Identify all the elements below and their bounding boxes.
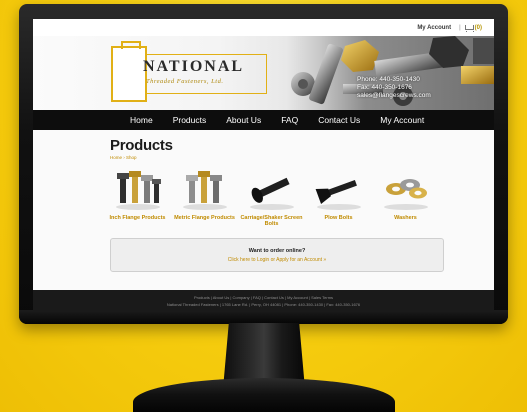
logo-subtitle: Threaded Fasteners, Ltd. xyxy=(146,78,224,85)
fax-number: Fax: 440-350-1676 xyxy=(357,84,412,91)
main-nav: Home Products About Us FAQ Contact Us My… xyxy=(33,110,494,130)
washers-icon xyxy=(383,179,428,210)
order-prompt: Want to order online? xyxy=(248,247,306,254)
footer-address: National Threaded Fasteners | 1765 Lane … xyxy=(166,301,361,307)
utility-bar: My Account | (0) xyxy=(33,19,494,36)
category-metric-flange[interactable]: Metric Flange Products xyxy=(171,167,238,227)
footer-links[interactable]: Products | About Us | Company | FAQ | Co… xyxy=(194,295,333,300)
nav-item-about-us[interactable]: About Us xyxy=(216,115,271,125)
category-label: Plow Bolts xyxy=(324,215,353,221)
logo-flange-bolt-icon xyxy=(111,41,147,102)
plow-bolts-icon xyxy=(315,180,361,210)
nav-item-my-account[interactable]: My Account xyxy=(370,115,434,125)
cart-icon xyxy=(464,24,474,32)
nav-item-home[interactable]: Home xyxy=(120,115,163,125)
nav-item-faq[interactable]: FAQ xyxy=(271,115,308,125)
cart-link[interactable]: (0) xyxy=(464,24,482,32)
inch-flange-bolts-icon xyxy=(115,171,161,210)
category-label: Washers xyxy=(394,215,417,221)
phone-number: Phone: 440-350-1430 xyxy=(357,76,420,83)
category-washers[interactable]: Washers xyxy=(372,167,439,227)
utility-separator: | xyxy=(459,24,461,31)
category-label: Carriage/Shaker Screen Bolts xyxy=(240,215,303,227)
contact-info: Phone: 440-350-1430 Fax: 440-350-1676 sa… xyxy=(357,76,431,100)
category-plow-bolts[interactable]: Plow Bolts xyxy=(305,167,372,227)
email-link[interactable]: sales@flangescrews.com xyxy=(357,92,431,100)
main-content: Products Home › Shop Inch Flange Product… xyxy=(33,130,494,290)
site-footer: Products | About Us | Company | FAQ | Co… xyxy=(33,290,494,311)
my-account-link[interactable]: My Account xyxy=(417,25,451,31)
metric-flange-bolts-icon xyxy=(182,171,227,210)
order-online-box: Want to order online? Click here to Logi… xyxy=(110,238,444,272)
page-title: Products xyxy=(110,137,173,154)
category-label: Metric Flange Products xyxy=(174,215,235,221)
cart-count: (0) xyxy=(474,24,482,31)
carriage-bolts-icon xyxy=(249,177,294,210)
nav-item-products[interactable]: Products xyxy=(163,115,217,125)
category-carriage-bolts[interactable]: Carriage/Shaker Screen Bolts xyxy=(238,167,305,227)
category-list: Inch Flange Products Metric Flange Produ… xyxy=(104,167,494,227)
monitor-stand-base xyxy=(133,378,395,412)
logo-name[interactable]: NATIONAL xyxy=(143,58,244,76)
breadcrumb[interactable]: Home › Shop xyxy=(110,155,494,160)
website-screen: My Account | (0) NATIONAL Threaded Faste… xyxy=(33,19,494,311)
category-label: Inch Flange Products xyxy=(109,215,166,221)
monitor-stand-neck xyxy=(223,323,305,383)
header-banner: NATIONAL Threaded Fasteners, Ltd. Phone:… xyxy=(33,36,494,110)
category-inch-flange[interactable]: Inch Flange Products xyxy=(104,167,171,227)
login-apply-link[interactable]: Click here to Login or Apply for an Acco… xyxy=(228,257,326,263)
nav-item-contact-us[interactable]: Contact Us xyxy=(308,115,370,125)
